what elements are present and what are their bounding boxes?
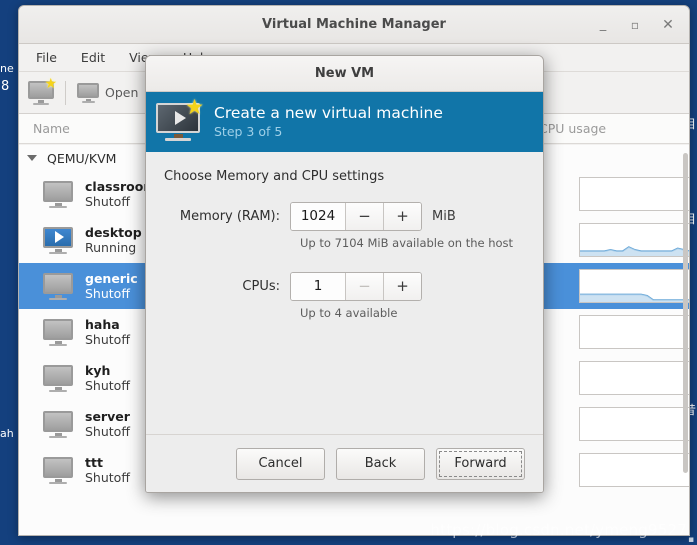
vm-name: generic bbox=[85, 270, 138, 286]
vm-shutoff-icon bbox=[43, 180, 73, 208]
cpu-usage-sparkline bbox=[579, 407, 689, 441]
monitor-base bbox=[49, 435, 67, 438]
vm-name: server bbox=[85, 408, 130, 424]
cpus-hint: Up to 4 available bbox=[300, 306, 398, 320]
monitor-base bbox=[49, 251, 67, 254]
maximize-button[interactable]: ▫ bbox=[624, 15, 646, 35]
vm-state: Shutoff bbox=[85, 331, 130, 347]
vertical-scrollbar[interactable] bbox=[682, 145, 689, 535]
dialog-banner-step: Step 3 of 5 bbox=[214, 124, 283, 139]
new-vm-dialog: New VM ★ Create a new virtual machine St… bbox=[145, 55, 544, 493]
monitor-screen bbox=[43, 180, 73, 202]
monitor-base bbox=[49, 297, 67, 300]
monitor-base bbox=[49, 481, 67, 484]
monitor-screen bbox=[43, 456, 73, 478]
play-triangle-icon bbox=[55, 231, 64, 243]
cpu-usage-sparkline bbox=[579, 361, 689, 395]
new-vm-icon: ★ bbox=[156, 97, 204, 141]
window-titlebar: Virtual Machine Manager _ ▫ ✕ bbox=[19, 6, 689, 44]
chevron-down-icon[interactable] bbox=[27, 155, 37, 161]
vm-shutoff-icon bbox=[43, 410, 73, 438]
memory-label: Memory (RAM): bbox=[179, 209, 280, 224]
vm-name: kyh bbox=[85, 362, 111, 378]
monitor-screen bbox=[43, 226, 73, 248]
vm-state: Shutoff bbox=[85, 423, 130, 439]
menu-file[interactable]: File bbox=[24, 47, 69, 68]
vm-name: desktop bbox=[85, 224, 142, 240]
dialog-body: Choose Memory and CPU settings Memory (R… bbox=[146, 153, 543, 434]
vm-state: Shutoff bbox=[85, 285, 130, 301]
vm-state: Running bbox=[85, 239, 137, 255]
minimize-button[interactable]: _ bbox=[592, 15, 614, 35]
memory-spinner[interactable]: 1024 − + bbox=[290, 202, 422, 231]
cpus-input[interactable]: 1 bbox=[291, 273, 345, 300]
monitor-screen bbox=[43, 272, 73, 294]
cancel-button[interactable]: Cancel bbox=[236, 447, 325, 480]
dialog-footer: Cancel Back Forward bbox=[146, 434, 543, 492]
cpus-label: CPUs: bbox=[242, 279, 280, 294]
forward-button[interactable]: Forward bbox=[436, 447, 525, 480]
scrollbar-thumb[interactable] bbox=[683, 153, 688, 473]
vm-shutoff-icon bbox=[43, 456, 73, 484]
cpu-usage-sparkline bbox=[579, 315, 689, 349]
vm-shutoff-icon bbox=[43, 364, 73, 392]
vm-running-icon bbox=[43, 226, 73, 254]
window-title: Virtual Machine Manager bbox=[262, 17, 446, 32]
vm-shutoff-icon bbox=[43, 318, 73, 346]
desktop-text-fragment-3: ah bbox=[0, 427, 14, 440]
monitor-base bbox=[165, 138, 191, 141]
star-icon: ★ bbox=[185, 95, 204, 119]
cpus-field-row: CPUs: 1 − + bbox=[164, 272, 525, 301]
new-vm-button[interactable]: ★ bbox=[28, 77, 57, 105]
monitor-base bbox=[49, 389, 67, 392]
open-button-label: Open bbox=[105, 85, 139, 100]
toolbar-separator bbox=[65, 80, 66, 105]
vm-state: Shutoff bbox=[85, 377, 130, 393]
cpu-usage-sparkline bbox=[579, 223, 689, 257]
memory-unit-label: MiB bbox=[432, 209, 456, 224]
open-button[interactable]: Open bbox=[77, 82, 139, 103]
cpus-decrement-button: − bbox=[345, 273, 383, 300]
section-label: Choose Memory and CPU settings bbox=[164, 169, 385, 184]
new-vm-icon: ★ bbox=[28, 77, 57, 105]
play-triangle-icon bbox=[174, 111, 186, 125]
close-button[interactable]: ✕ bbox=[657, 15, 679, 35]
monitor-screen bbox=[43, 410, 73, 432]
monitor-screen bbox=[43, 364, 73, 386]
desktop-text-fragment-7: ▪ bbox=[688, 535, 695, 545]
connection-group-label: QEMU/KVM bbox=[47, 150, 117, 166]
monitor-icon bbox=[77, 82, 99, 103]
monitor-screen bbox=[43, 318, 73, 340]
desktop-text-fragment-1: ne bbox=[0, 62, 14, 75]
desktop-text-fragment-2: 8 bbox=[1, 79, 10, 94]
back-button[interactable]: Back bbox=[336, 447, 425, 480]
vm-shutoff-icon bbox=[43, 272, 73, 300]
memory-hint: Up to 7104 MiB available on the host bbox=[300, 236, 514, 250]
vm-name: ttt bbox=[85, 454, 103, 470]
vm-state: Shutoff bbox=[85, 469, 130, 485]
memory-field-row: Memory (RAM): 1024 − + MiB bbox=[164, 202, 525, 231]
vm-name: haha bbox=[85, 316, 120, 332]
memory-decrement-button[interactable]: − bbox=[345, 203, 383, 230]
monitor-base bbox=[49, 343, 67, 346]
cpu-usage-sparkline bbox=[579, 453, 689, 487]
cpus-increment-button[interactable]: + bbox=[383, 273, 421, 300]
dialog-banner-heading: Create a new virtual machine bbox=[214, 104, 443, 122]
dialog-banner: ★ Create a new virtual machine Step 3 of… bbox=[146, 92, 543, 152]
monitor-base bbox=[49, 205, 67, 208]
menu-edit[interactable]: Edit bbox=[69, 47, 117, 68]
cpu-usage-sparkline bbox=[579, 269, 689, 303]
dialog-title: New VM bbox=[146, 56, 543, 92]
cpu-usage-sparkline bbox=[579, 177, 689, 211]
cpus-spinner[interactable]: 1 − + bbox=[290, 272, 422, 301]
memory-input[interactable]: 1024 bbox=[291, 203, 345, 230]
memory-increment-button[interactable]: + bbox=[383, 203, 421, 230]
